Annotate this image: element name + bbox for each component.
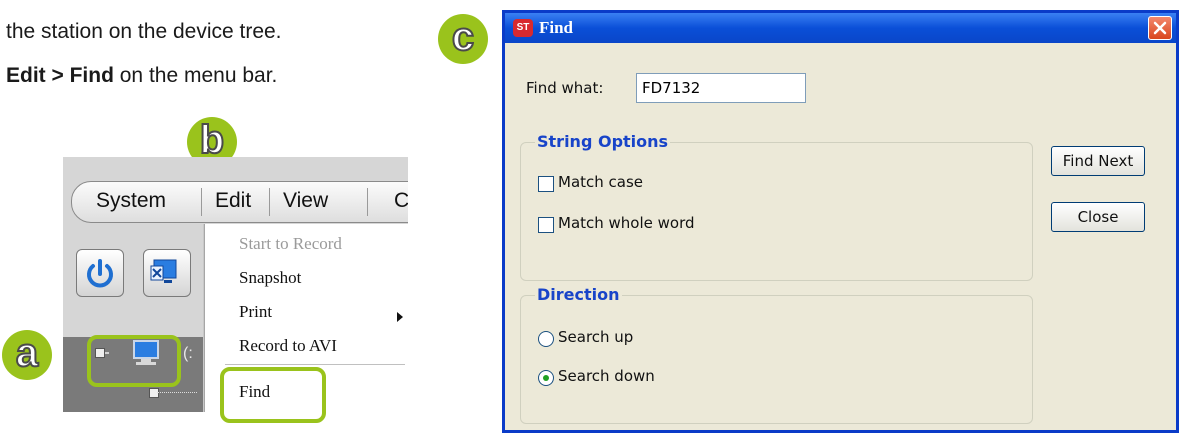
string-options-title: String Options: [535, 132, 671, 151]
match-whole-word-checkbox[interactable]: [538, 217, 554, 233]
search-down-label: Search down: [558, 367, 655, 385]
close-window-button[interactable]: [1148, 16, 1172, 40]
string-options-group: [520, 142, 1033, 281]
menu-c[interactable]: C: [394, 189, 408, 213]
find-what-input[interactable]: FD7132: [636, 73, 806, 103]
instruction-line-2: Edit > Find on the menu bar.: [6, 64, 277, 88]
find-next-button[interactable]: Find Next: [1051, 146, 1145, 176]
menu-bar: System Edit View C: [71, 181, 408, 223]
match-case-label: Match case: [558, 173, 644, 191]
menu-system[interactable]: System: [96, 189, 166, 213]
step-c-badge: c: [438, 14, 488, 64]
menu-item-start-to-record[interactable]: Start to Record: [239, 234, 342, 254]
step-a-badge: a: [2, 330, 52, 380]
close-button[interactable]: Close: [1051, 202, 1145, 232]
close-icon: [1153, 21, 1167, 35]
find-highlight: [220, 367, 326, 423]
dialog-titlebar[interactable]: ST Find: [505, 13, 1176, 43]
match-whole-word-label: Match whole word: [558, 214, 695, 232]
power-icon: [87, 259, 113, 288]
menu-item-snapshot[interactable]: Snapshot: [239, 268, 301, 288]
instruction-edit-find: Edit > Find: [6, 64, 114, 87]
direction-title: Direction: [535, 285, 622, 304]
direction-group: [520, 295, 1033, 424]
search-down-radio[interactable]: [538, 370, 554, 386]
app-icon: ST: [513, 19, 533, 37]
tree-node-label: (:: [183, 345, 193, 362]
search-up-radio[interactable]: [538, 331, 554, 347]
monitor-icon: [150, 259, 177, 283]
power-button[interactable]: [76, 249, 124, 297]
dialog-title: Find: [539, 18, 574, 37]
menu-item-print[interactable]: Print: [239, 302, 272, 322]
instruction-line-1: the station on the device tree.: [6, 20, 282, 43]
menu-item-record-to-avi[interactable]: Record to AVI: [239, 336, 337, 356]
match-case-checkbox[interactable]: [538, 176, 554, 192]
station-highlight: [87, 335, 181, 387]
search-up-label: Search up: [558, 328, 634, 346]
menu-view[interactable]: View: [283, 189, 328, 213]
find-dialog: ST Find Find what: FD7132 String Options…: [502, 10, 1179, 433]
menu-edit[interactable]: Edit: [215, 189, 251, 213]
instruction-line-2-rest: on the menu bar.: [113, 64, 278, 87]
remote-desktop-button[interactable]: [143, 249, 191, 297]
menu-separator: [225, 364, 405, 365]
submenu-arrow-icon: [397, 312, 403, 322]
find-what-label: Find what:: [526, 79, 604, 97]
